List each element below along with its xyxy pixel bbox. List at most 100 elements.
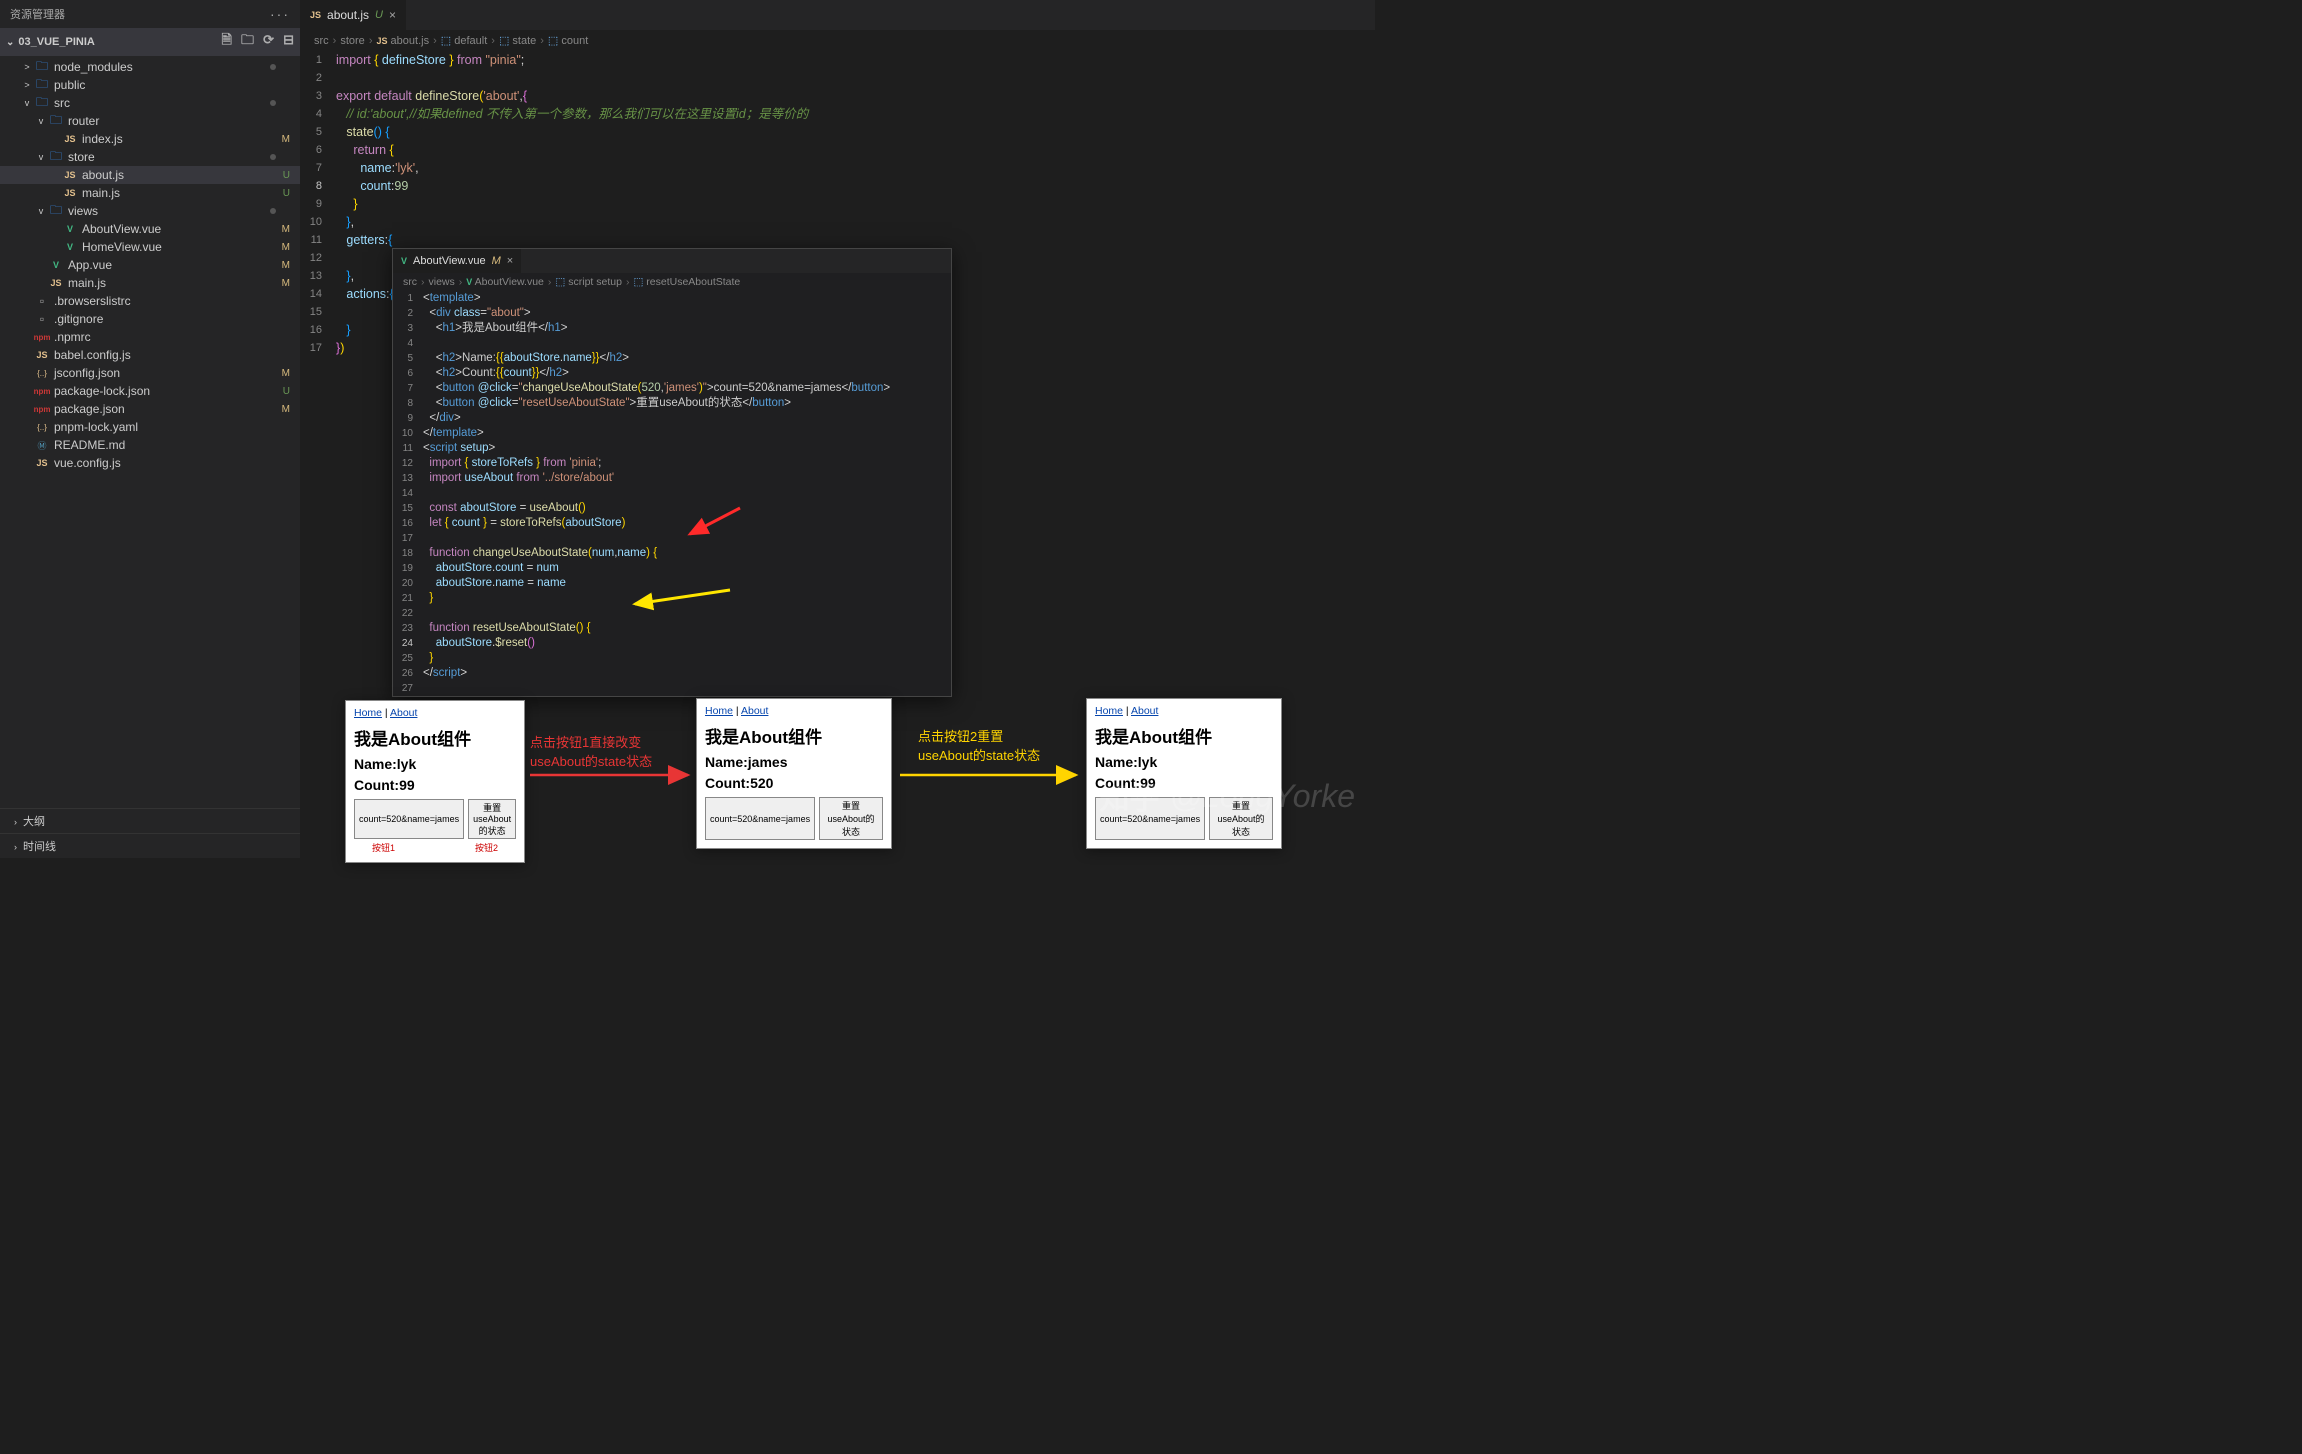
tree-item-README-md[interactable]: ⓂREADME.md bbox=[0, 436, 300, 454]
breadcrumb-part[interactable]: views bbox=[429, 276, 455, 288]
breadcrumb-part[interactable]: V AboutView.vue bbox=[466, 276, 544, 288]
code-line[interactable]: actions:{ bbox=[336, 285, 394, 303]
code-line[interactable]: <h2>Count:{{count}}</h2> bbox=[423, 366, 569, 381]
about-link[interactable]: About bbox=[741, 705, 768, 717]
about-link[interactable]: About bbox=[390, 707, 417, 719]
home-link[interactable]: Home bbox=[705, 705, 733, 717]
tree-item--npmrc[interactable]: npm.npmrc bbox=[0, 328, 300, 346]
tree-item-about-js[interactable]: JSabout.jsU bbox=[0, 166, 300, 184]
tree-item-src[interactable]: v🗀src bbox=[0, 94, 300, 112]
preview-btn2[interactable]: 重置useAbout的状态 bbox=[468, 799, 516, 839]
breadcrumb-part[interactable]: src bbox=[403, 276, 417, 288]
popup-breadcrumb[interactable]: src›views›V AboutView.vue›⬚ script setup… bbox=[393, 273, 951, 291]
about-link[interactable]: About bbox=[1131, 705, 1158, 717]
close-icon[interactable]: × bbox=[389, 8, 396, 22]
new-file-icon[interactable]: 🗎 bbox=[222, 32, 232, 47]
code-line[interactable]: <h1>我是About组件</h1> bbox=[423, 321, 568, 336]
home-link[interactable]: Home bbox=[1095, 705, 1123, 717]
code-line[interactable]: getters:{ bbox=[336, 231, 392, 249]
tree-item-main-js[interactable]: JSmain.jsM bbox=[0, 274, 300, 292]
preview-btn2[interactable]: 重置useAbout的状态 bbox=[1209, 797, 1273, 840]
tab-aboutjs[interactable]: JS about.js U × bbox=[300, 0, 406, 30]
code-line[interactable]: <template> bbox=[423, 291, 481, 306]
code-line[interactable]: function resetUseAboutState() { bbox=[423, 621, 591, 636]
code-line[interactable]: } bbox=[336, 321, 351, 339]
code-line[interactable]: <div class="about"> bbox=[423, 306, 531, 321]
tree-item-pnpm-lock-yaml[interactable]: {..}pnpm-lock.yaml bbox=[0, 418, 300, 436]
tree-item-router[interactable]: v🗀router bbox=[0, 112, 300, 130]
breadcrumb-part[interactable]: JS about.js bbox=[376, 35, 429, 47]
chevron-right-icon: › bbox=[14, 817, 17, 827]
popup-code-editor[interactable]: 1<template>2 <div class="about">3 <h1>我是… bbox=[393, 291, 951, 696]
code-line[interactable]: }) bbox=[336, 339, 344, 357]
close-icon[interactable]: × bbox=[507, 255, 513, 267]
tree-item-views[interactable]: v🗀views bbox=[0, 202, 300, 220]
tree-item-public[interactable]: >🗀public bbox=[0, 76, 300, 94]
tree-item--browserslistrc[interactable]: ▫.browserslistrc bbox=[0, 292, 300, 310]
sidebar-more-icon[interactable]: ··· bbox=[270, 6, 290, 22]
tree-item-main-js[interactable]: JSmain.jsU bbox=[0, 184, 300, 202]
code-line[interactable]: aboutStore.name = name bbox=[423, 576, 566, 591]
preview-btn1[interactable]: count=520&name=james bbox=[354, 799, 464, 839]
code-line[interactable]: } bbox=[423, 651, 433, 666]
code-line[interactable]: import useAbout from '../store/about' bbox=[423, 471, 614, 486]
code-line[interactable]: } bbox=[336, 195, 358, 213]
code-line[interactable]: </template> bbox=[423, 426, 484, 441]
new-folder-icon[interactable]: 🗀 bbox=[241, 32, 254, 47]
tree-item-vue-config-js[interactable]: JSvue.config.js bbox=[0, 454, 300, 472]
outline-section[interactable]: ›大纲 bbox=[0, 808, 300, 833]
breadcrumb-part[interactable]: ⬚ state bbox=[499, 34, 536, 47]
breadcrumb-part[interactable]: ⬚ resetUseAboutState bbox=[633, 276, 740, 288]
code-line[interactable]: <h2>Name:{{aboutStore.name}}</h2> bbox=[423, 351, 629, 366]
code-line[interactable]: // id:'about',//如果defined 不传入第一个参数，那么我们可… bbox=[336, 105, 808, 123]
code-line[interactable]: const aboutStore = useAbout() bbox=[423, 501, 586, 516]
project-header[interactable]: ⌄03_VUE_PINIA 🗎 🗀 ⟳ ⊟ bbox=[0, 28, 300, 56]
refresh-icon[interactable]: ⟳ bbox=[263, 32, 274, 47]
code-line[interactable]: return { bbox=[336, 141, 394, 159]
tree-item-store[interactable]: v🗀store bbox=[0, 148, 300, 166]
code-line[interactable]: function changeUseAboutState(num,name) { bbox=[423, 546, 657, 561]
tree-item-App-vue[interactable]: VApp.vueM bbox=[0, 256, 300, 274]
tree-item-package-lock-json[interactable]: npmpackage-lock.jsonU bbox=[0, 382, 300, 400]
code-line[interactable]: state() { bbox=[336, 123, 390, 141]
breadcrumb-part[interactable]: ⬚ default bbox=[441, 34, 488, 47]
code-line[interactable]: <button @click="resetUseAboutState">重置us… bbox=[423, 396, 791, 411]
code-line[interactable]: count:99 bbox=[336, 177, 408, 195]
code-line[interactable]: name:'lyk', bbox=[336, 159, 419, 177]
timeline-section[interactable]: ›时间线 bbox=[0, 833, 300, 858]
tree-item-package-json[interactable]: npmpackage.jsonM bbox=[0, 400, 300, 418]
home-link[interactable]: Home bbox=[354, 707, 382, 719]
code-line[interactable]: aboutStore.count = num bbox=[423, 561, 559, 576]
breadcrumb-part[interactable]: ⬚ script setup bbox=[555, 276, 622, 288]
tree-item--gitignore[interactable]: ▫.gitignore bbox=[0, 310, 300, 328]
code-line[interactable]: </script> bbox=[423, 666, 467, 681]
breadcrumb[interactable]: src›store›JS about.js›⬚ default›⬚ state›… bbox=[300, 30, 1375, 51]
preview-btn2[interactable]: 重置useAbout的状态 bbox=[819, 797, 883, 840]
code-line[interactable]: } bbox=[423, 591, 433, 606]
tree-item-AboutView-vue[interactable]: VAboutView.vueM bbox=[0, 220, 300, 238]
tree-item-node_modules[interactable]: >🗀node_modules bbox=[0, 58, 300, 76]
code-line[interactable]: aboutStore.$reset() bbox=[423, 636, 535, 651]
tree-item-babel-config-js[interactable]: JSbabel.config.js bbox=[0, 346, 300, 364]
code-line[interactable]: let { count } = storeToRefs(aboutStore) bbox=[423, 516, 625, 531]
code-line[interactable]: import { defineStore } from "pinia"; bbox=[336, 51, 524, 69]
tab-aboutview[interactable]: V AboutView.vue M × bbox=[393, 249, 521, 273]
preview-btn1[interactable]: count=520&name=james bbox=[705, 797, 815, 840]
code-line[interactable]: <button @click="changeUseAboutState(520,… bbox=[423, 381, 890, 396]
code-line[interactable]: }, bbox=[336, 267, 354, 285]
code-line[interactable]: <script setup> bbox=[423, 441, 495, 456]
code-line[interactable]: }, bbox=[336, 213, 354, 231]
sidebar-header: 资源管理器 ··· bbox=[0, 0, 300, 28]
breadcrumb-part[interactable]: ⬚ count bbox=[548, 34, 588, 47]
preview-btn1[interactable]: count=520&name=james bbox=[1095, 797, 1205, 840]
tree-item-HomeView-vue[interactable]: VHomeView.vueM bbox=[0, 238, 300, 256]
code-line[interactable]: </div> bbox=[423, 411, 461, 426]
collapse-icon[interactable]: ⊟ bbox=[283, 32, 294, 47]
breadcrumb-part[interactable]: store bbox=[340, 35, 364, 47]
code-line[interactable]: export default defineStore('about',{ bbox=[336, 87, 527, 105]
file-name: .browserslistrc bbox=[54, 294, 300, 308]
breadcrumb-part[interactable]: src bbox=[314, 35, 329, 47]
tree-item-jsconfig-json[interactable]: {..}jsconfig.jsonM bbox=[0, 364, 300, 382]
code-line[interactable]: import { storeToRefs } from 'pinia'; bbox=[423, 456, 601, 471]
tree-item-index-js[interactable]: JSindex.jsM bbox=[0, 130, 300, 148]
